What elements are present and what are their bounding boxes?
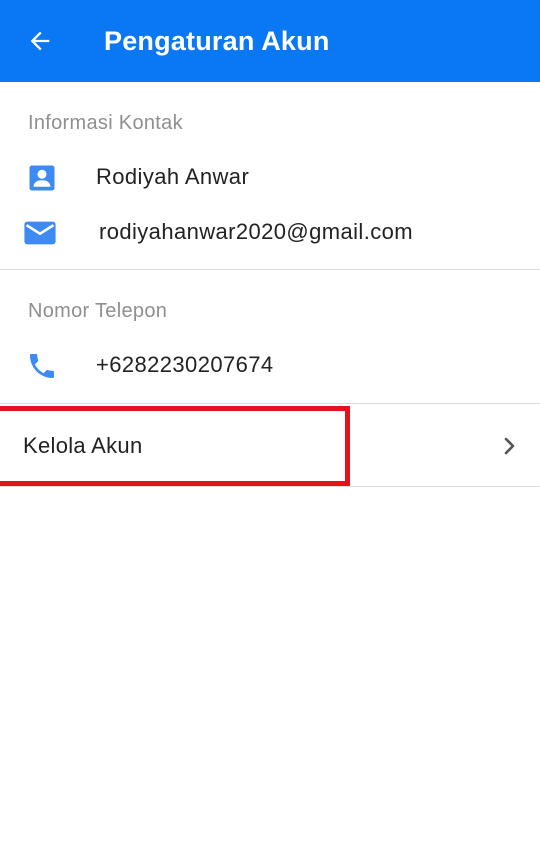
- contact-email: rodiyahanwar2020@gmail.com: [99, 219, 413, 244]
- back-button[interactable]: [18, 21, 62, 61]
- phone-number: +6282230207674: [96, 352, 274, 377]
- manage-account-item[interactable]: Kelola Akun: [0, 404, 540, 486]
- contact-name-row: Rodiyah Anwar: [0, 154, 540, 202]
- phone-row: +6282230207674: [0, 342, 540, 390]
- section-divider: [0, 486, 540, 487]
- arrow-left-icon: [30, 31, 50, 51]
- app-bar: Pengaturan Akun: [0, 0, 540, 82]
- page-title: Pengaturan Akun: [104, 26, 330, 56]
- mail-icon: [22, 215, 58, 251]
- person-icon: [24, 160, 60, 196]
- contact-email-row: rodiyahanwar2020@gmail.com: [0, 209, 540, 257]
- section-divider: [0, 269, 540, 270]
- manage-account-label: Kelola Akun: [23, 433, 143, 458]
- contact-section-heading: Informasi Kontak: [28, 112, 183, 134]
- phone-section-heading: Nomor Telepon: [28, 300, 168, 322]
- contact-name: Rodiyah Anwar: [96, 164, 250, 189]
- phone-icon: [24, 348, 60, 384]
- chevron-right-icon: [504, 437, 515, 455]
